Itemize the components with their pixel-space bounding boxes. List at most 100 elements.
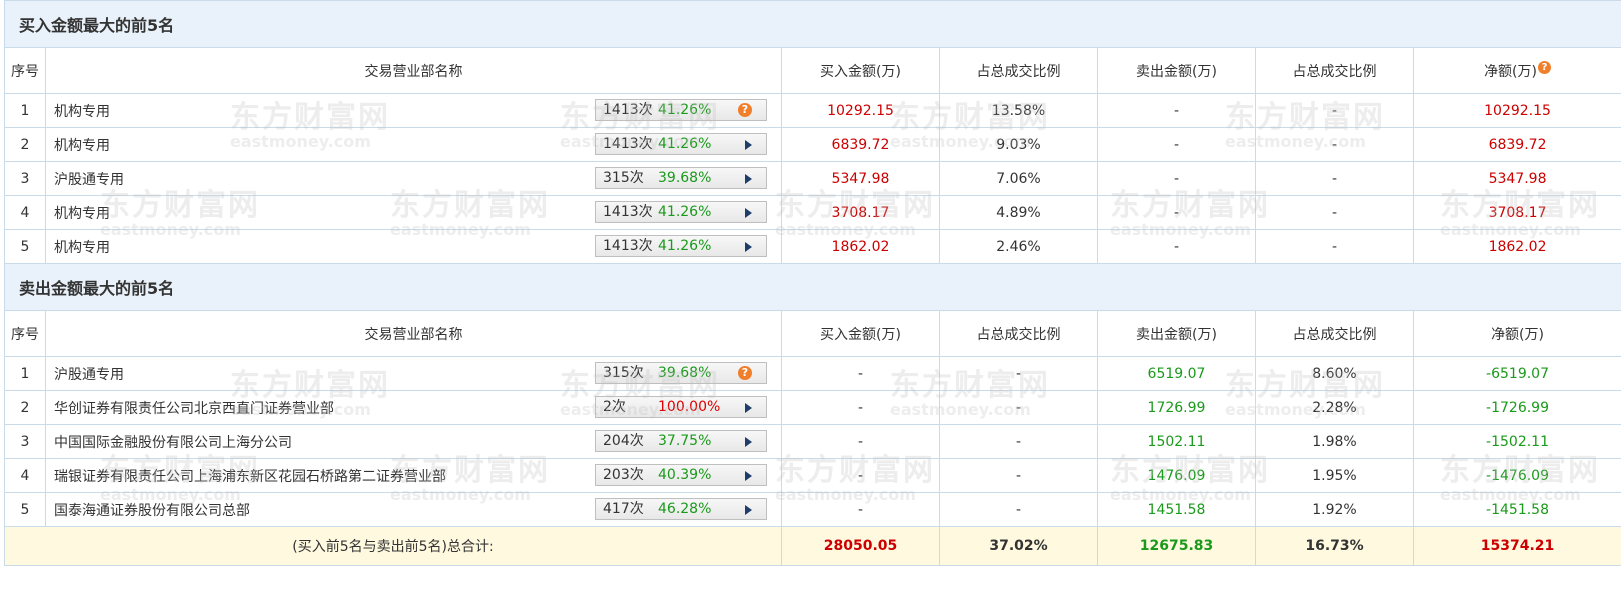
trade-count: 1413次 [603,204,653,220]
sell-pct: - [1255,127,1414,162]
trade-count: 2次 [603,399,626,415]
net-amount: -1502.11 [1412,424,1621,459]
net-amount: -1451.58 [1412,492,1621,527]
broker-cell: 机构专用 1413次 41.26%? [45,93,782,128]
buy-amount: 10292.15 [781,93,940,128]
sell-header-row: 序号 交易营业部名称 买入金额(万) 占总成交比例 卖出金额(万) 占总成交比例… [4,310,1621,357]
row-index: 5 [4,492,46,527]
net-amount: -6519.07 [1412,356,1621,391]
success-rate: 41.26% [658,204,712,220]
buy-pct: - [939,356,1098,391]
row-index: 5 [4,229,46,264]
broker-cell: 华创证券有限责任公司北京西直门证券营业部 2次 100.00% [45,390,782,425]
buy-header-row: 序号 交易营业部名称 买入金额(万) 占总成交比例 卖出金额(万) 占总成交比例… [4,47,1621,94]
expand-arrow-icon[interactable] [745,140,752,150]
success-rate: 41.26% [658,102,712,118]
row-index: 1 [4,93,46,128]
broker-name-link[interactable]: 沪股通专用 [54,364,124,384]
question-icon[interactable]: ? [1538,60,1551,74]
question-icon[interactable]: ? [738,366,752,380]
broker-stats-button[interactable]: 1413次 41.26% [595,201,767,223]
buy-amount: 1862.02 [781,229,940,264]
net-amount: 6839.72 [1412,127,1621,162]
total-sell-pct: 16.73% [1255,526,1414,566]
broker-stats-button[interactable]: 315次 39.68% [595,167,767,189]
broker-name-link[interactable]: 机构专用 [54,203,110,223]
buy-table-row: 2 机构专用 1413次 41.26% 6839.72 9.03% - -6839.72 [4,127,1621,162]
col-sell-pct-header: 占总成交比例 [1255,310,1414,357]
broker-name-link[interactable]: 瑞银证券有限责任公司上海浦东新区花园石桥路第二证券营业部 [54,466,446,486]
col-index-header: 序号 [4,310,46,357]
broker-name-link[interactable]: 机构专用 [54,237,110,257]
expand-arrow-icon[interactable] [745,471,752,481]
sell-table-row: 1 沪股通专用 315次 39.68%? - -6519.07 8.60% -6519.07 [4,356,1621,391]
row-index: 3 [4,161,46,196]
col-sell-header: 卖出金额(万) [1097,310,1256,357]
sell-pct: 1.95% [1255,458,1414,493]
question-icon[interactable]: ? [738,103,752,117]
trade-count: 417次 [603,501,644,517]
col-name-header: 交易营业部名称 [45,310,782,357]
sell-pct: 2.28% [1255,390,1414,425]
buy-pct: 2.46% [939,229,1098,264]
expand-arrow-icon[interactable] [745,242,752,252]
buy-pct: 7.06% [939,161,1098,196]
broker-stats-button[interactable]: 203次 40.39% [595,464,767,486]
sell-section-title-row: 卖出金额最大的前5名 [3,263,1621,311]
sell-amount: - [1097,127,1256,162]
broker-name-link[interactable]: 中国国际金融股份有限公司上海分公司 [54,432,292,452]
row-index: 4 [4,195,46,230]
sell-amount: 6519.07 [1097,356,1256,391]
sell-amount: 1451.58 [1097,492,1256,527]
expand-arrow-icon[interactable] [745,403,752,413]
buy-amount: - [781,424,940,459]
expand-arrow-icon[interactable] [745,174,752,184]
sell-table-row: 2 华创证券有限责任公司北京西直门证券营业部 2次 100.00% - -1726.99 2… [4,390,1621,425]
broker-name-link[interactable]: 沪股通专用 [54,169,124,189]
expand-arrow-icon[interactable] [745,208,752,218]
total-row: (买入前5名与卖出前5名)总合计: 28050.05 37.02% 12675.… [4,526,1621,566]
broker-name-link[interactable]: 国泰海通证券股份有限公司总部 [54,500,250,520]
net-amount: 5347.98 [1412,161,1621,196]
sell-pct: 1.98% [1255,424,1414,459]
broker-name-link[interactable]: 华创证券有限责任公司北京西直门证券营业部 [54,398,334,418]
broker-stats-button[interactable]: 204次 37.75% [595,430,767,452]
sell-pct: - [1255,161,1414,196]
row-index: 4 [4,458,46,493]
trade-count: 1413次 [603,136,653,152]
broker-stats-button[interactable]: 1413次 41.26% [595,133,767,155]
buy-section-title-row: 买入金额最大的前5名 [3,0,1621,48]
broker-name-link[interactable]: 机构专用 [54,135,110,155]
buy-amount: 6839.72 [781,127,940,162]
broker-cell: 机构专用 1413次 41.26% [45,195,782,230]
success-rate: 39.68% [658,365,712,381]
broker-name-link[interactable]: 机构专用 [54,101,110,121]
broker-cell: 机构专用 1413次 41.26% [45,229,782,264]
sell-table-row: 4 瑞银证券有限责任公司上海浦东新区花园石桥路第二证券营业部 203次 40.39% -… [4,458,1621,493]
sell-pct: 8.60% [1255,356,1414,391]
buy-pct: 4.89% [939,195,1098,230]
trade-count: 1413次 [603,102,653,118]
broker-stats-button[interactable]: 2次 100.00% [595,396,767,418]
buy-amount: - [781,356,940,391]
success-rate: 46.28% [658,501,712,517]
broker-cell: 沪股通专用 315次 39.68%? [45,356,782,391]
trade-count: 204次 [603,433,644,449]
broker-stats-button[interactable]: 315次 39.68%? [595,362,767,384]
expand-arrow-icon[interactable] [745,505,752,515]
col-index-header: 序号 [4,47,46,94]
net-header-label: 净额(万) [1484,63,1537,80]
sell-section-title: 卖出金额最大的前5名 [3,263,1621,311]
success-rate: 37.75% [658,433,712,449]
trade-count: 315次 [603,170,644,186]
sell-amount: - [1097,195,1256,230]
broker-stats-button[interactable]: 417次 46.28% [595,498,767,520]
sell-table-row: 5 国泰海通证券股份有限公司总部 417次 46.28% - -1451.58 1.92% -… [4,492,1621,527]
sell-pct: - [1255,229,1414,264]
buy-pct: - [939,424,1098,459]
broker-stats-button[interactable]: 1413次 41.26%? [595,99,767,121]
broker-stats-button[interactable]: 1413次 41.26% [595,235,767,257]
buy-amount: - [781,458,940,493]
trade-count: 1413次 [603,238,653,254]
expand-arrow-icon[interactable] [745,437,752,447]
